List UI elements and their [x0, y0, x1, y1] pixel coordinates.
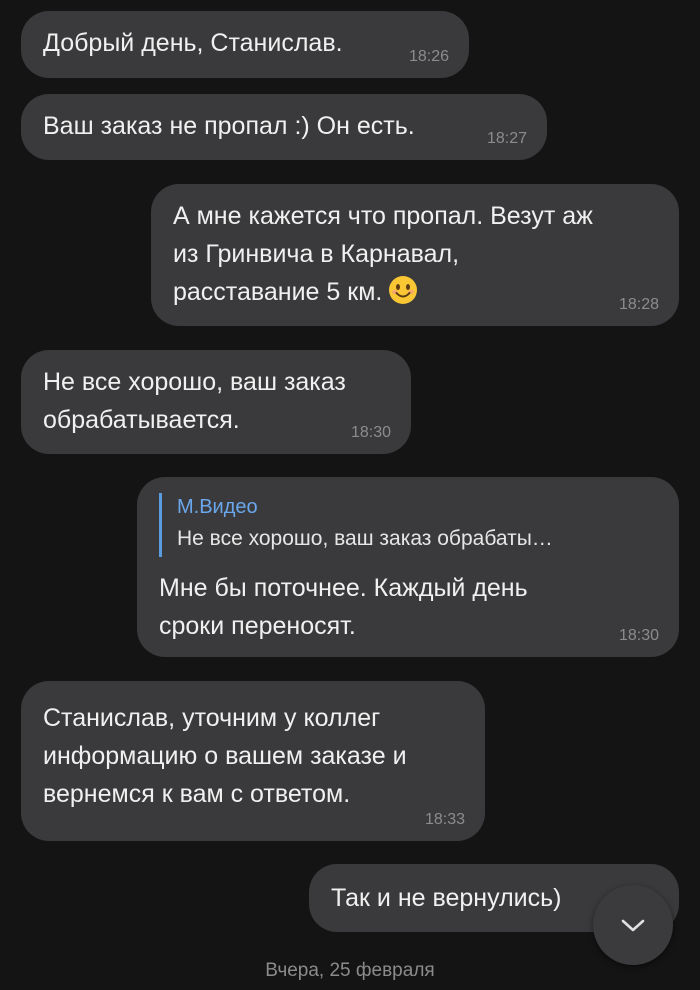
date-separator: Вчера, 25 февраля [265, 960, 435, 981]
message-text: Мне бы поточнее. Каждый день сроки перен… [159, 574, 528, 640]
message-bubble-outgoing[interactable]: М.Видео Не все хорошо, ваш заказ обрабат… [137, 477, 679, 657]
smiling-face-emoji [389, 276, 418, 304]
message-bubble-incoming[interactable]: Не все хорошо, ваш заказ обрабатывается.… [21, 350, 411, 454]
message-text: Станислав, уточним у коллег информацию о… [43, 704, 407, 808]
message-bubble-outgoing[interactable]: А мне кажется что пропал. Везут аж из Гр… [151, 184, 679, 326]
reply-quote[interactable]: М.Видео Не все хорошо, ваш заказ обрабат… [159, 493, 659, 557]
reply-quote-text: Не все хорошо, ваш заказ обрабаты… [177, 527, 553, 550]
message-text-content: А мне кажется что пропал. Везут аж из Гр… [173, 202, 593, 306]
message-time: 18:30 [350, 424, 391, 441]
message-bubble-incoming[interactable]: Добрый день, Станислав. 18:26 [21, 11, 469, 78]
message-text: Ваш заказ не пропал :) Он есть. [43, 112, 415, 140]
message-text: Не все хорошо, ваш заказ обрабатывается. [43, 368, 346, 434]
scroll-to-bottom-button[interactable] [593, 885, 673, 965]
message-text: А мне кажется что пропал. Везут аж из Гр… [173, 197, 593, 311]
message-time: 18:27 [486, 130, 527, 147]
message-text: Так и не вернулись) [331, 884, 562, 912]
chevron-down-icon [621, 919, 645, 932]
message-time: 18:30 [618, 627, 659, 644]
reply-author: М.Видео [177, 496, 258, 518]
chat-view: Добрый день, Станислав. 18:26 Ваш заказ … [0, 0, 700, 990]
message-text: Добрый день, Станислав. [43, 29, 343, 57]
message-time: 18:28 [618, 296, 659, 313]
message-bubble-incoming[interactable]: Станислав, уточним у коллег информацию о… [21, 681, 485, 841]
message-time: 18:26 [408, 48, 449, 65]
message-time: 18:33 [424, 811, 465, 828]
message-bubble-incoming[interactable]: Ваш заказ не пропал :) Он есть. 18:27 [21, 94, 547, 160]
